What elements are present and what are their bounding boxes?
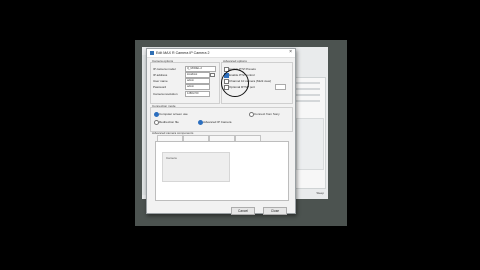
ip-checkbox[interactable] [210, 72, 215, 77]
panel-line [296, 100, 320, 102]
field-label: IP address [153, 73, 168, 77]
radio-label: Computer screen use [159, 112, 188, 116]
panel-line [296, 82, 320, 84]
background-right-panel [292, 77, 326, 189]
rtsp-port-input[interactable] [275, 84, 286, 90]
cancel-button[interactable]: Cancel [231, 207, 255, 215]
field-label: User name [153, 79, 168, 83]
panel-line [296, 94, 320, 96]
app-icon [150, 51, 154, 55]
title-bar: Edit MAX R Camera IP Camera 2 × [147, 49, 295, 58]
field-label: Camera resolution [153, 92, 178, 96]
radio-label: Redirection file [159, 120, 179, 124]
resolution-select[interactable]: 1280x720 [185, 91, 210, 97]
highlight-circle [221, 69, 249, 97]
dialog-title: Edit MAX R Camera IP Camera 2 [156, 50, 210, 55]
close-icon[interactable]: × [289, 50, 292, 55]
close-button[interactable]: Close [263, 207, 287, 215]
panel-preview [296, 118, 324, 170]
radio-label: Connect from Sony [254, 112, 280, 116]
component-item-area: Camera [162, 152, 230, 182]
field-label: Password [153, 85, 167, 89]
panel-line [296, 88, 320, 90]
edit-camera-dialog: Edit MAX R Camera IP Camera 2 × Camera o… [146, 48, 296, 215]
components-list[interactable]: Camera [155, 141, 289, 201]
list-item[interactable]: Camera [166, 156, 177, 160]
radio-label: Advanced IP Camera [203, 120, 232, 124]
password-input[interactable]: admin [185, 84, 210, 90]
camera-group-label: Camera options [152, 59, 174, 63]
status-text: Sleep [316, 191, 324, 195]
field-label: IP camera model [153, 67, 176, 71]
advanced-group-label: Advanced options [223, 59, 247, 63]
